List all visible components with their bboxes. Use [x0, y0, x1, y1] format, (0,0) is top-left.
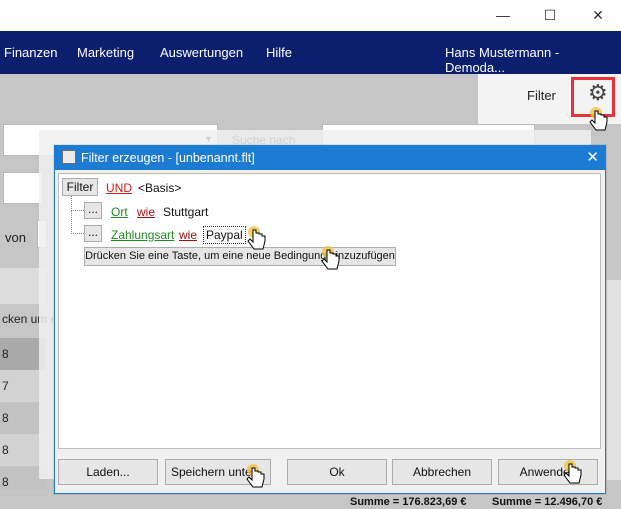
condition-operator[interactable]: wie: [179, 228, 197, 242]
condition-field[interactable]: Zahlungsart: [111, 228, 174, 242]
grid-header: [0, 268, 46, 304]
filter-label: Filter: [527, 88, 556, 103]
table-row[interactable]: 8: [0, 338, 46, 370]
hand-pointer-icon: [589, 107, 608, 131]
gear-icon: ⚙: [588, 80, 608, 105]
condition-menu-button[interactable]: ...: [84, 202, 102, 219]
dialog-titlebar: Filter erzeugen - [unbenannt.flt] ✕: [55, 146, 605, 170]
condition-menu-button[interactable]: ...: [84, 225, 102, 242]
menu-auswertungen[interactable]: Auswertungen: [160, 45, 243, 60]
hand-pointer-icon: [321, 246, 340, 270]
filter-icon: [62, 150, 76, 164]
maximize-button[interactable]: ☐: [527, 0, 573, 31]
date-field[interactable]: [3, 172, 43, 204]
close-icon[interactable]: ✕: [586, 148, 599, 166]
condition-value[interactable]: Stuttgart: [163, 205, 208, 219]
filter-tree: Filter UND <Basis> ... Ort wie Stuttgart…: [58, 173, 601, 449]
dialog-title: Filter erzeugen - [unbenannt.flt]: [81, 151, 255, 165]
menu-finanzen[interactable]: Finanzen: [4, 45, 57, 60]
table-row[interactable]: 8: [0, 434, 46, 466]
filter-dialog: Filter erzeugen - [unbenannt.flt] ✕ Filt…: [54, 145, 606, 494]
menu-hilfe[interactable]: Hilfe: [266, 45, 292, 60]
filter-root-button[interactable]: Filter: [62, 178, 98, 196]
condition-field[interactable]: Ort: [111, 205, 128, 219]
von-input[interactable]: [37, 220, 47, 248]
tree-connector: [71, 211, 84, 234]
table-row[interactable]: 8: [0, 466, 46, 490]
window-titlebar: — ☐ ✕: [0, 0, 621, 31]
menubar: Finanzen Marketing Auswertungen Hilfe Ha…: [0, 31, 621, 75]
table-row[interactable]: 8: [0, 402, 46, 434]
condition-value[interactable]: Paypal: [203, 226, 246, 244]
root-basis: <Basis>: [138, 181, 182, 195]
menu-marketing[interactable]: Marketing: [77, 45, 134, 60]
minimize-button[interactable]: —: [480, 0, 526, 31]
tree-connector: [71, 196, 84, 211]
chevron-down-icon: ▼: [204, 134, 213, 144]
hand-pointer-icon: [247, 226, 266, 250]
cancel-button[interactable]: Abbrechen: [392, 459, 492, 485]
load-button[interactable]: Laden...: [58, 459, 158, 485]
ok-button[interactable]: Ok: [287, 459, 387, 485]
user-name: Hans Mustermann - Demoda...: [445, 45, 560, 75]
hand-pointer-icon: [563, 460, 582, 484]
root-operator[interactable]: UND: [106, 181, 132, 195]
von-label: von: [5, 230, 26, 245]
add-condition-button[interactable]: Drücken Sie eine Taste, um eine neue Bed…: [84, 247, 396, 266]
condition-operator[interactable]: wie: [137, 205, 155, 219]
close-window-button[interactable]: ✕: [575, 0, 621, 31]
sum-right: Summe = 12.496,70 €: [492, 496, 603, 508]
sum-left: Summe = 176.823,69 €: [350, 496, 467, 508]
scrollbar[interactable]: [607, 280, 621, 480]
hand-pointer-icon: [246, 464, 265, 488]
grid-hint-text: cken um ei: [2, 312, 61, 326]
table-row[interactable]: 7: [0, 370, 46, 402]
